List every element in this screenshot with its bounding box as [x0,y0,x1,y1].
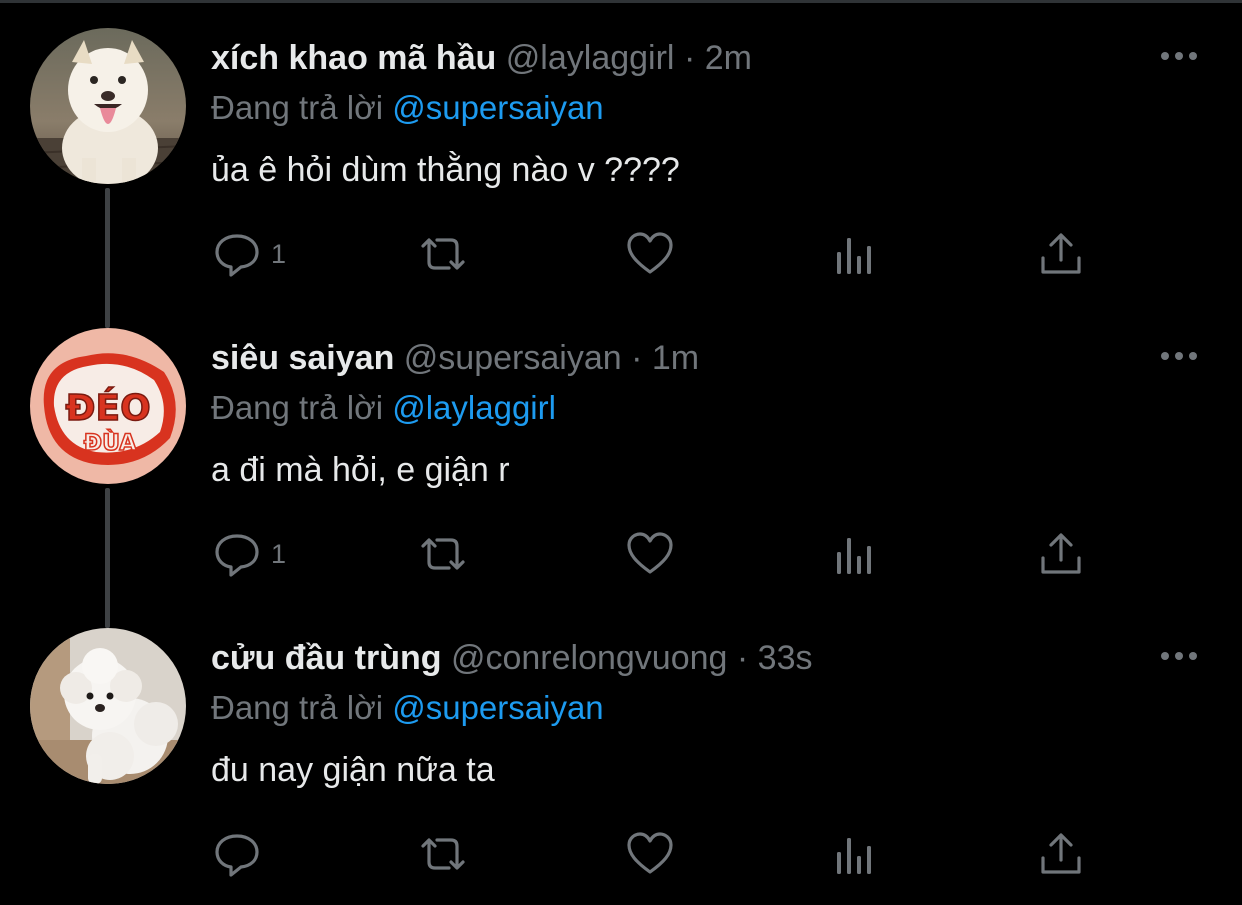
like-icon [626,230,674,278]
analytics-button[interactable] [833,228,877,280]
separator-dot: · [631,339,643,377]
retweet-button[interactable] [415,228,471,280]
reply-mention[interactable]: @supersaiyan [392,689,603,726]
like-icon [626,830,674,878]
analytics-button[interactable] [833,528,877,580]
analytics-icon [833,530,877,578]
more-icon[interactable] [1158,346,1200,366]
reply-button[interactable] [213,828,271,880]
tweet[interactable]: cửu đầu trùng @conrelongvuong · 33s Đang… [0,600,1242,900]
sticker-avatar-image: ĐÉO ĐÙA [30,328,186,484]
like-button[interactable] [626,228,674,280]
tweet-header: siêu saiyan @supersaiyan · 1m [211,338,699,378]
svg-text:ĐÉO: ĐÉO [65,387,150,429]
replying-to: Đang trả lời @laylaggirl [211,388,556,428]
separator-dot: · [683,39,696,77]
poodle-avatar-image [30,628,186,784]
avatar[interactable] [30,28,186,184]
replying-to: Đang trả lời @supersaiyan [211,688,604,728]
timestamp[interactable]: 33s [758,639,813,677]
user-handle[interactable]: @supersaiyan [404,339,622,377]
share-icon [1038,830,1084,878]
tweet-text: a đi mà hỏi, e giận r [211,451,510,489]
share-icon [1038,530,1084,578]
retweet-icon [415,530,471,578]
separator-dot: · [736,639,749,677]
tweet-text: đu nay giận nữa ta [211,751,495,789]
replying-prefix: Đang trả lời [211,89,384,126]
share-button[interactable] [1038,228,1084,280]
replying-prefix: Đang trả lời [211,389,384,426]
reply-mention[interactable]: @supersaiyan [392,89,603,126]
more-icon[interactable] [1158,646,1200,666]
tweet-text: ủa ê hỏi dùm thằng nào v ???? [211,151,680,189]
tweet[interactable]: ĐÉO ĐÙA siêu saiyan @supersaiyan · 1m Đa… [0,300,1242,600]
user-handle[interactable]: @laylaggirl [506,39,675,77]
timestamp[interactable]: 1m [652,339,699,377]
retweet-button[interactable] [415,528,471,580]
more-icon[interactable] [1158,46,1200,66]
tweet-header: cửu đầu trùng @conrelongvuong · 33s [211,638,813,678]
analytics-icon [833,230,877,278]
avatar[interactable]: ĐÉO ĐÙA [30,328,186,484]
like-icon [626,530,674,578]
tweet[interactable]: xích khao mã hầu @laylaggirl · 2m Đang t… [0,0,1242,300]
retweet-icon [415,830,471,878]
dog-avatar-image [30,28,186,184]
share-button[interactable] [1038,828,1084,880]
like-button[interactable] [626,528,674,580]
reply-count: 1 [271,238,287,269]
reply-count: 1 [271,538,287,569]
display-name[interactable]: siêu saiyan [211,339,394,377]
replying-prefix: Đang trả lời [211,689,384,726]
tweet-header: xích khao mã hầu @laylaggirl · 2m [211,38,752,78]
reply-icon [213,830,261,878]
share-button[interactable] [1038,528,1084,580]
share-icon [1038,230,1084,278]
display-name[interactable]: xích khao mã hầu [211,39,496,77]
reply-icon [213,230,261,278]
replying-to: Đang trả lời @supersaiyan [211,88,604,128]
like-button[interactable] [626,828,674,880]
reply-button[interactable]: 1 [213,228,286,280]
retweet-icon [415,230,471,278]
avatar[interactable] [30,628,186,784]
reply-icon [213,530,261,578]
display-name[interactable]: cửu đầu trùng [211,639,442,677]
retweet-button[interactable] [415,828,471,880]
user-handle[interactable]: @conrelongvuong [451,639,727,677]
reply-button[interactable]: 1 [213,528,286,580]
timestamp[interactable]: 2m [705,39,752,77]
svg-text:ĐÙA: ĐÙA [84,430,137,456]
reply-mention[interactable]: @laylaggirl [392,389,556,426]
analytics-icon [833,830,877,878]
analytics-button[interactable] [833,828,877,880]
